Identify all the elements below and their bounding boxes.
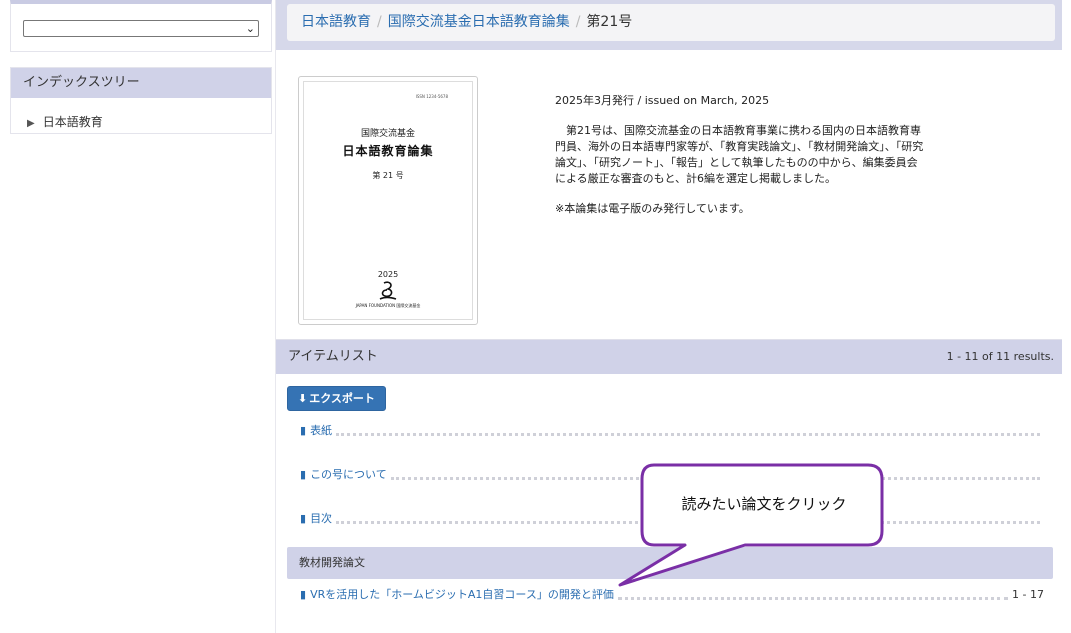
expand-triangle-icon[interactable]: ▶: [27, 118, 35, 129]
issued-date: 2025年3月発行 / issued on March, 2025: [555, 94, 770, 107]
item-link-cover[interactable]: 表紙: [310, 423, 332, 439]
breadcrumb-separator: /: [575, 14, 581, 30]
cover-thumbnail[interactable]: ISSN 1234-5678 国際交流基金 日本語教育論集 第 21 号 202…: [298, 76, 478, 325]
breadcrumb-current: 第21号: [586, 14, 633, 30]
description-body: 第21号は、国際交流基金の日本語教育事業に携わる国内の日本語教育専門員、海外の日…: [555, 124, 924, 185]
cover-title: 日本語教育論集: [342, 144, 434, 158]
page: ⌄ インデックスツリー ▶ 日本語教育 日本語教育 / 国際交流基金日本語教育論集 / 第…: [0, 0, 1071, 633]
document-icon: ▮: [300, 588, 307, 601]
breadcrumb-link-ronshu[interactable]: 国際交流基金日本語教育論集: [388, 14, 570, 30]
item-link-toc[interactable]: 目次: [310, 511, 332, 527]
item-list-title: アイテムリスト: [288, 349, 378, 364]
item-link-vr-article[interactable]: VRを活用した「ホームビジットA1自習コース」の開発と評価: [310, 587, 614, 603]
document-icon: ▮: [300, 424, 307, 437]
dot-leader: [336, 427, 1040, 436]
download-icon: ⬇: [298, 392, 308, 405]
cover-year: 2025: [377, 270, 399, 279]
export-button[interactable]: ⬇ エクスポート: [287, 386, 386, 411]
description-note: ※本論集は電子版のみ発行しています。: [555, 202, 750, 215]
export-button-label: エクスポート: [309, 392, 375, 405]
japan-foundation-logo-icon: [379, 281, 397, 300]
callout-bubble: 読みたい論文をクリック: [618, 463, 884, 587]
chevron-down-icon: ⌄: [245, 22, 255, 35]
breadcrumb-separator: /: [377, 14, 382, 30]
callout-text: 読みたい論文をクリック: [681, 495, 846, 513]
item-link-about-issue[interactable]: この号について: [310, 467, 387, 483]
item-list-header: アイテムリスト 1 - 11 of 11 results.: [276, 340, 1062, 374]
cover-org: 国際交流基金: [360, 129, 415, 139]
cover-issue: 第 21 号: [372, 171, 404, 180]
item-pages: 1 - 17: [1012, 588, 1044, 601]
dot-leader: [617, 591, 1009, 600]
document-icon: ▮: [300, 468, 307, 481]
cover-issn: ISSN 1234-5678: [415, 94, 448, 99]
index-select-panel: ⌄: [10, 0, 272, 52]
tree-item-label: 日本語教育: [42, 115, 103, 129]
breadcrumb-link-nihongo-kyoiku[interactable]: 日本語教育: [301, 14, 371, 30]
document-icon: ▮: [300, 512, 307, 525]
issue-description: 2025年3月発行 / issued on March, 2025 第21号は、…: [555, 93, 925, 231]
result-count: 1 - 11 of 11 results.: [946, 350, 1054, 363]
list-item: ▮ 表紙: [300, 423, 1044, 439]
index-tree-panel: インデックスツリー ▶ 日本語教育: [10, 67, 272, 134]
cover-publisher: JAPAN FOUNDATION 国際交流基金: [355, 303, 421, 308]
tree-item-nihongo-kyoiku[interactable]: ▶ 日本語教育: [27, 113, 103, 130]
breadcrumb: 日本語教育 / 国際交流基金日本語教育論集 / 第21号: [287, 4, 1055, 41]
list-item: ▮ VRを活用した「ホームビジットA1自習コース」の開発と評価 1 - 17: [300, 587, 1044, 603]
breadcrumb-band: 日本語教育 / 国際交流基金日本語教育論集 / 第21号: [276, 0, 1062, 50]
cover-image: ISSN 1234-5678 国際交流基金 日本語教育論集 第 21 号 202…: [303, 81, 473, 320]
index-select[interactable]: ⌄: [23, 20, 259, 37]
index-tree-title: インデックスツリー: [11, 68, 271, 98]
